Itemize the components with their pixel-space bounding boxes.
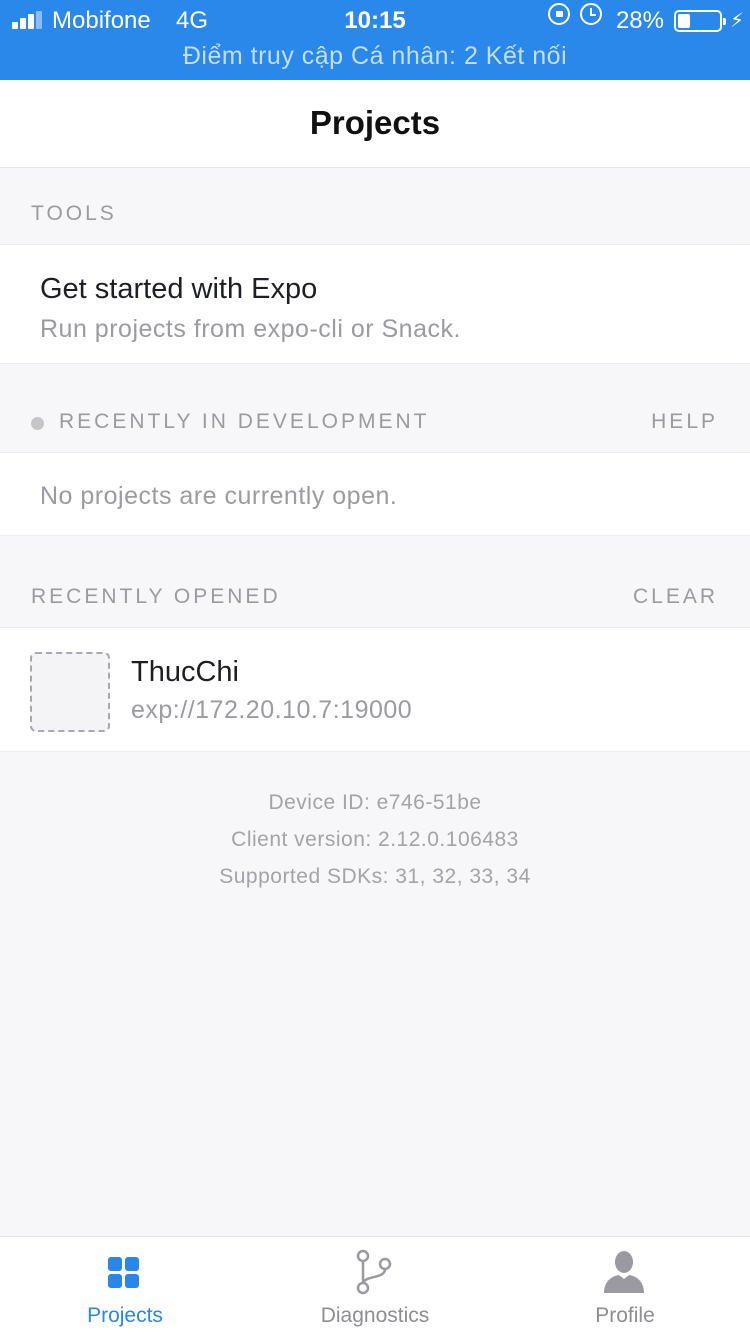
get-started-title: Get started with Expo <box>40 273 318 305</box>
branch-icon <box>356 1249 392 1295</box>
development-header-label: RECENTLY IN DEVELOPMENT <box>59 410 430 433</box>
project-icon-placeholder <box>30 652 110 732</box>
charging-icon: ⚡ <box>729 10 744 32</box>
client-version: Client version: 2.12.0.106483 <box>231 828 519 851</box>
project-url: exp://172.20.10.7:19000 <box>131 696 413 724</box>
empty-projects-message: No projects are currently open. <box>40 482 398 510</box>
recent-header-label: RECENTLY OPENED <box>31 585 281 608</box>
status-top-row: Mobifone 4G 10:15 28% ⚡ <box>0 0 750 40</box>
tab-diagnostics[interactable]: Diagnostics <box>250 1237 500 1334</box>
project-name: ThucChi <box>131 656 239 688</box>
tab-projects[interactable]: Projects <box>0 1237 250 1334</box>
clear-button[interactable]: CLEAR <box>633 585 718 609</box>
device-id: Device ID: e746-51be <box>268 791 482 814</box>
status-bar: Mobifone 4G 10:15 28% ⚡ Điểm truy cập Cá… <box>0 0 750 80</box>
tab-profile[interactable]: Profile <box>500 1237 750 1334</box>
recent-section-header: RECENTLY OPENED CLEAR <box>0 551 750 627</box>
get-started-subtitle: Run projects from expo-cli or Snack. <box>40 315 461 343</box>
orientation-lock-icon <box>548 3 570 25</box>
grid-icon <box>108 1257 140 1289</box>
tab-label-diagnostics: Diagnostics <box>320 1304 430 1327</box>
page-title: Projects <box>309 104 441 141</box>
help-button[interactable]: HELP <box>651 410 718 434</box>
hotspot-banner[interactable]: Điểm truy cập Cá nhân: 2 Kết nối <box>0 42 750 71</box>
tools-section-header: TOOLS <box>0 168 750 244</box>
tab-label-projects: Projects <box>87 1304 163 1327</box>
project-row[interactable]: ThucChi exp://172.20.10.7:19000 <box>0 627 750 752</box>
person-icon <box>604 1251 644 1293</box>
tab-label-profile: Profile <box>595 1304 655 1327</box>
battery-percent: 28% <box>615 7 664 34</box>
device-info: Device ID: e746-51be Client version: 2.1… <box>0 784 750 895</box>
empty-projects-row: No projects are currently open. <box>0 452 750 536</box>
navigation-bar: Projects <box>0 80 750 168</box>
battery-icon <box>674 10 726 32</box>
development-section-header: RECENTLY IN DEVELOPMENT HELP <box>0 376 750 452</box>
get-started-row[interactable]: Get started with Expo Run projects from … <box>0 244 750 364</box>
supported-sdks: Supported SDKs: 31, 32, 33, 34 <box>219 865 531 888</box>
tools-header-label: TOOLS <box>31 202 117 225</box>
tab-bar: Projects Diagnostics Profile <box>0 1236 750 1334</box>
status-dot-icon <box>31 417 44 430</box>
alarm-icon <box>580 3 602 25</box>
